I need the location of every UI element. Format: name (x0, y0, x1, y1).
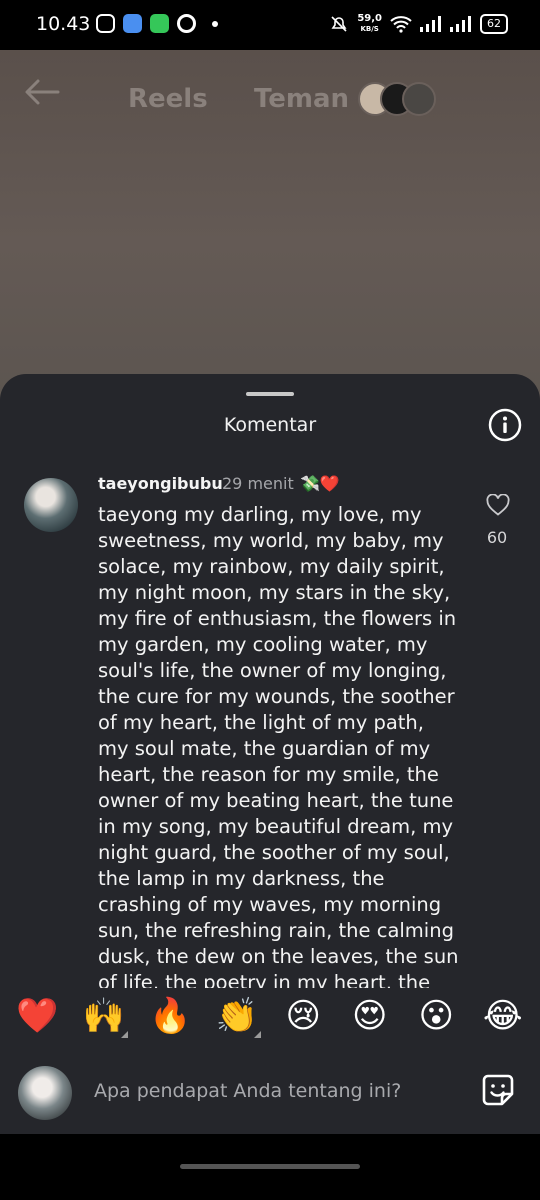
like-count: 60 (486, 528, 508, 547)
reaction-label: 🙌 (82, 996, 125, 1036)
reaction-heart[interactable]: ❤️ (11, 996, 63, 1036)
app-blue-icon (123, 14, 142, 33)
tab-reels[interactable]: Reels (128, 84, 208, 114)
avatar (402, 82, 436, 116)
instagram-icon (96, 14, 115, 33)
friend-avatars[interactable] (358, 82, 438, 116)
reaction-clap[interactable]: 👏 (211, 996, 263, 1038)
notification-icons (96, 14, 218, 33)
skin-tone-caret-icon (253, 1031, 261, 1038)
comment-username[interactable]: taeyongibubu (98, 474, 223, 493)
comment-item: taeyongibubu 29 menit 💸❤️ taeyong my dar… (0, 474, 540, 988)
comment-input[interactable]: Apa pendapat Anda tentang ini? (94, 1080, 401, 1102)
app-circle-icon (177, 14, 196, 33)
quick-reactions-bar: ❤️ 🙌 🔥 👏 😢 😍 😮 😂 (0, 988, 540, 1044)
back-arrow-icon[interactable] (24, 78, 60, 106)
reaction-label: 👏 (215, 996, 258, 1036)
reaction-heart-eyes[interactable]: 😍 (344, 996, 396, 1036)
comments-sheet: Komentar taeyongibubu 29 menit 💸❤️ taeyo… (0, 374, 540, 1134)
sheet-title: Komentar (223, 414, 317, 436)
comment-time: 29 menit (222, 474, 294, 493)
comment-text: taeyong my darling, my love, my sweetnes… (98, 503, 459, 988)
heart-icon[interactable] (486, 494, 510, 516)
signal-icon (420, 16, 441, 32)
reaction-wow[interactable]: 😮 (410, 996, 462, 1036)
commenter-avatar[interactable] (24, 478, 78, 532)
info-icon[interactable] (488, 408, 522, 442)
dot-icon (212, 20, 218, 27)
status-time: 10.43 (36, 13, 91, 35)
reaction-raised-hands[interactable]: 🙌 (78, 996, 130, 1038)
facetime-icon (150, 14, 169, 33)
reaction-laugh[interactable]: 😂 (477, 996, 529, 1036)
home-indicator[interactable] (180, 1164, 360, 1169)
reaction-cry[interactable]: 😢 (277, 996, 329, 1036)
skin-tone-caret-icon (120, 1031, 128, 1038)
reaction-fire[interactable]: 🔥 (144, 996, 196, 1036)
comment-sticker: 💸❤️ (300, 474, 340, 493)
signal-2-icon (450, 16, 471, 32)
system-nav-bar (0, 1134, 540, 1200)
wifi-icon (390, 16, 412, 33)
sticker-icon[interactable] (478, 1070, 518, 1110)
mute-icon (331, 16, 347, 32)
comment-composer: Apa pendapat Anda tentang ini? (0, 1050, 540, 1130)
my-avatar (18, 1066, 72, 1120)
tab-teman[interactable]: Teman (254, 84, 349, 114)
sheet-drag-handle[interactable] (246, 392, 294, 396)
net-speed: 59,0 KB/S (357, 13, 382, 34)
battery-indicator: 62 (480, 14, 508, 34)
status-right: 59,0 KB/S 62 (329, 14, 508, 34)
status-bar: 10.43 59,0 KB/S 62 (0, 0, 540, 50)
